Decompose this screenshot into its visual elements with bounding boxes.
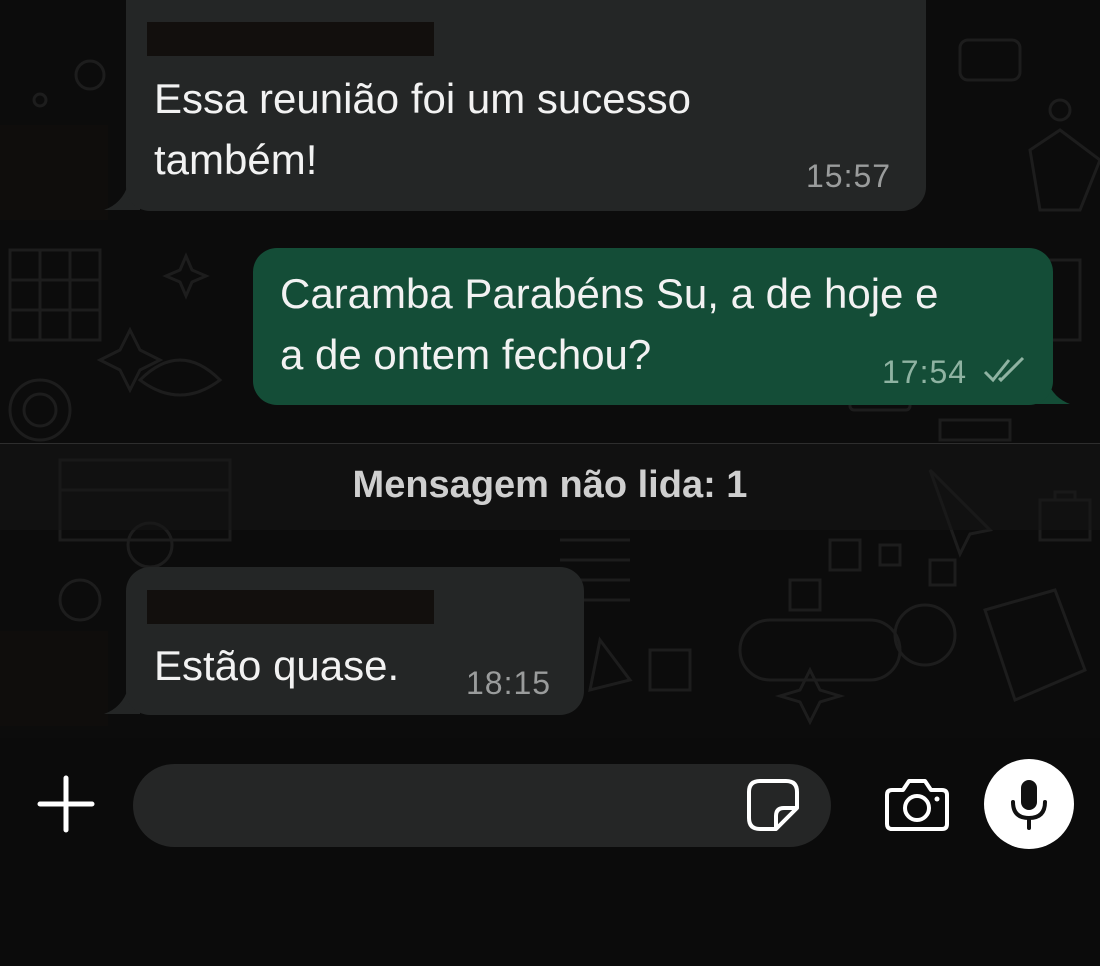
unread-count-label: Mensagem não lida: 1	[352, 464, 748, 506]
message-time: 15:57	[806, 158, 892, 194]
sender-name-redacted	[147, 590, 434, 624]
camera-icon[interactable]	[884, 776, 950, 832]
plus-icon[interactable]	[36, 774, 96, 834]
message-bubble-incoming[interactable]: Estão quase. 18:15	[126, 567, 584, 715]
read-double-check-icon	[983, 356, 1025, 383]
sender-avatar[interactable]	[0, 631, 108, 726]
chat-area[interactable]: Essa reunião foi um sucesso também! 15:5…	[0, 0, 1100, 738]
message-text: Essa reunião foi um sucesso também!	[154, 75, 691, 183]
microphone-button[interactable]	[984, 759, 1074, 849]
message-bubble-incoming[interactable]: Essa reunião foi um sucesso também! 15:5…	[126, 0, 926, 211]
sender-name-redacted	[147, 22, 434, 56]
microphone-icon	[1011, 780, 1047, 830]
message-time: 18:15	[466, 665, 552, 701]
sticker-icon[interactable]	[746, 778, 800, 832]
sender-avatar[interactable]	[0, 125, 108, 220]
message-bubble-outgoing[interactable]: Caramba Parabéns Su, a de hoje e a de on…	[253, 248, 1053, 405]
message-text: Estão quase.	[154, 642, 400, 689]
message-time: 17:54	[882, 354, 968, 390]
message-input[interactable]	[133, 764, 831, 847]
